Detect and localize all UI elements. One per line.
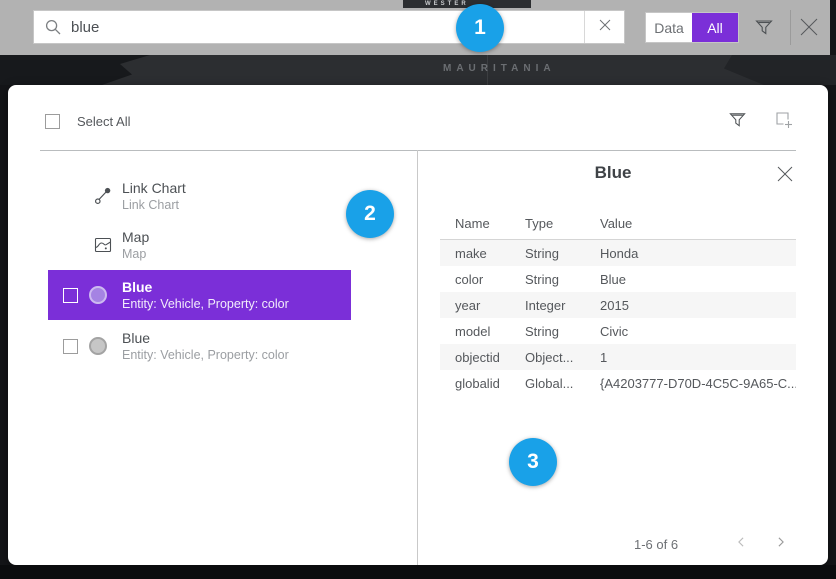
- cell-value: Honda: [585, 246, 796, 261]
- search-clear-button[interactable]: [584, 11, 624, 43]
- close-icon: [776, 165, 794, 187]
- select-all-checkbox[interactable]: [45, 114, 60, 129]
- result-row-map[interactable]: Map Map: [48, 220, 359, 270]
- annotation-callout-2: 2: [346, 190, 394, 238]
- result-title: Map: [122, 229, 149, 246]
- result-title: Link Chart: [122, 180, 186, 197]
- column-header-value: Value: [585, 216, 796, 231]
- cell-value: 2015: [585, 298, 796, 313]
- cell-value: 1: [585, 350, 796, 365]
- pagination-next-button[interactable]: [770, 532, 792, 554]
- map-region-label: WESTER: [425, 0, 469, 8]
- scope-toggle: Data All: [645, 12, 739, 43]
- toolbar-divider: [790, 10, 791, 45]
- app-screen: Data All WESTER MAURITANIA Select All: [0, 0, 836, 579]
- map-background: MAURITANIA: [0, 55, 836, 85]
- search-icon: [45, 19, 61, 35]
- result-text: Map Map: [122, 229, 149, 262]
- search-input-container[interactable]: [33, 10, 625, 44]
- chevron-right-icon: [774, 535, 788, 552]
- funnel-icon: [728, 110, 747, 132]
- attributes-table: Name Type Value make String Honda color …: [440, 216, 796, 396]
- column-header-type: Type: [510, 216, 585, 231]
- result-checkbox[interactable]: [63, 339, 78, 354]
- toolbar-close-button[interactable]: [795, 14, 823, 42]
- details-title: Blue: [417, 163, 809, 183]
- result-title: Blue: [122, 279, 289, 296]
- table-row: color String Blue: [440, 266, 796, 292]
- search-results-panel: Select All Link Chart Link Chart: [8, 85, 828, 565]
- cell-type: String: [510, 246, 585, 261]
- annotation-callout-3: 3: [509, 438, 557, 486]
- result-title: Blue: [122, 330, 289, 347]
- panel-header-divider: [40, 150, 796, 151]
- table-row: year Integer 2015: [440, 292, 796, 318]
- table-row: globalid Global... {A4203777-D70D-4C5C-9…: [440, 370, 796, 396]
- map-bottom-strip: [0, 565, 836, 579]
- chevron-left-icon: [734, 535, 748, 552]
- cell-name: make: [440, 246, 510, 261]
- cell-type: String: [510, 324, 585, 339]
- result-subtitle: Link Chart: [122, 197, 186, 213]
- panel-filter-button[interactable]: [728, 110, 747, 132]
- funnel-icon: [754, 17, 774, 40]
- cell-value: {A4203777-D70D-4C5C-9A65-C...: [585, 376, 796, 391]
- toolbar-filter-button[interactable]: [750, 14, 778, 42]
- table-header: Name Type Value: [440, 216, 796, 240]
- result-subtitle: Entity: Vehicle, Property: color: [122, 296, 289, 312]
- pagination-prev-button[interactable]: [730, 532, 752, 554]
- table-row: make String Honda: [440, 240, 796, 266]
- cell-name: globalid: [440, 376, 510, 391]
- table-row: model String Civic: [440, 318, 796, 344]
- cell-type: Object...: [510, 350, 585, 365]
- annotation-callout-1: 1: [456, 4, 504, 52]
- map-icon: [91, 235, 115, 255]
- search-toolbar: Data All: [0, 0, 830, 55]
- cell-name: objectid: [440, 350, 510, 365]
- cell-type: Global...: [510, 376, 585, 391]
- cell-name: year: [440, 298, 510, 313]
- link-chart-icon: [91, 186, 115, 206]
- column-header-name: Name: [440, 216, 510, 231]
- cell-type: String: [510, 272, 585, 287]
- entity-circle-icon: [89, 337, 107, 355]
- result-text: Link Chart Link Chart: [122, 180, 186, 213]
- entity-circle-icon: [89, 286, 107, 304]
- table-row: objectid Object... 1: [440, 344, 796, 370]
- square-plus-icon: [774, 110, 794, 133]
- map-landmass-shape: [0, 55, 150, 85]
- result-subtitle: Map: [122, 246, 149, 262]
- result-text: Blue Entity: Vehicle, Property: color: [122, 279, 289, 312]
- result-text: Blue Entity: Vehicle, Property: color: [122, 330, 289, 363]
- select-all-label: Select All: [77, 114, 130, 129]
- result-row-blue[interactable]: Blue Entity: Vehicle, Property: color: [48, 320, 359, 372]
- scope-option-data[interactable]: Data: [646, 13, 692, 42]
- cell-name: color: [440, 272, 510, 287]
- details-close-button[interactable]: [776, 165, 798, 187]
- result-row-blue-selected[interactable]: Blue Entity: Vehicle, Property: color: [48, 270, 351, 320]
- cell-value: Civic: [585, 324, 796, 339]
- result-row-link-chart[interactable]: Link Chart Link Chart: [48, 172, 359, 220]
- search-input[interactable]: [71, 19, 584, 36]
- add-to-selection-button[interactable]: [774, 110, 794, 133]
- scope-option-all[interactable]: All: [692, 13, 738, 42]
- details-divider: [417, 150, 418, 565]
- map-landmass-shape: [676, 55, 836, 85]
- map-country-label: MAURITANIA: [443, 63, 556, 74]
- cell-name: model: [440, 324, 510, 339]
- result-checkbox[interactable]: [63, 288, 78, 303]
- close-icon: [798, 16, 820, 41]
- cell-type: Integer: [510, 298, 585, 313]
- cell-value: Blue: [585, 272, 796, 287]
- clear-x-icon: [599, 18, 611, 36]
- result-subtitle: Entity: Vehicle, Property: color: [122, 347, 289, 363]
- pagination-label: 1-6 of 6: [634, 537, 678, 552]
